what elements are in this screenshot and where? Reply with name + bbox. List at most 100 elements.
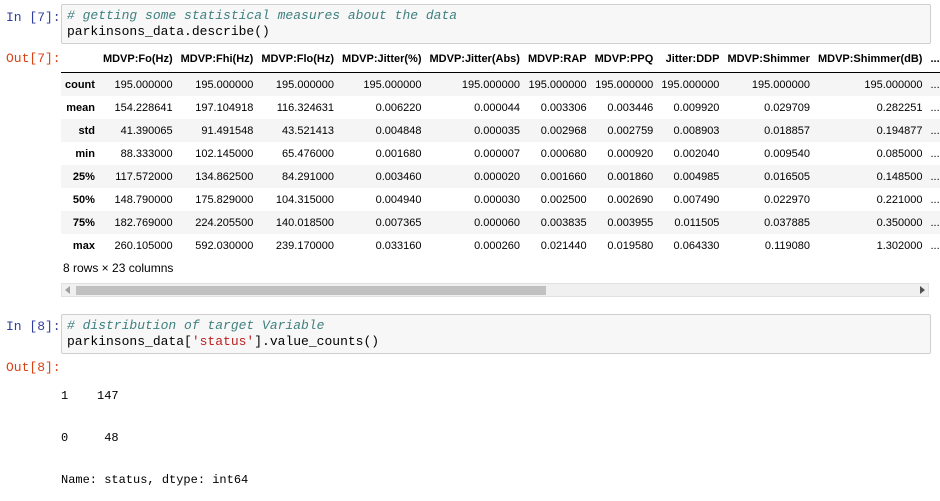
code-line: parkinsons_data.describe() — [67, 24, 270, 39]
table-row: mean 154.228641 197.104918 116.324631 0.0062… — [61, 96, 940, 119]
column-header: MDVP:Shimmer — [723, 46, 814, 73]
table-cell: 0.004940 — [375, 193, 422, 206]
table-cell: 0.000007 — [474, 147, 520, 160]
table-cell: 134.862500 — [195, 170, 254, 183]
row-label: mean — [66, 101, 95, 114]
table-cell: 182.769000 — [114, 216, 173, 229]
table-shape-text: 8 rows × 23 columns — [63, 261, 174, 275]
table-cell: 175.829000 — [195, 193, 254, 206]
row-label: count — [65, 78, 95, 91]
table-cell: 91.491548 — [201, 124, 254, 137]
table-cell: 0.000020 — [474, 170, 520, 183]
table-cell: 195.000000 — [528, 78, 587, 91]
table-row: 75% 182.769000 224.205500 140.018500 0.00736… — [61, 211, 940, 234]
table-cell: 0.000030 — [474, 193, 520, 206]
describe-output: MDVP:Fo(Hz) MDVP:Fhi(Hz) MDVP:Flo(Hz) MDVP:… — [61, 46, 940, 306]
table-cell: 0.003306 — [540, 101, 587, 114]
table-cell: 0.003955 — [607, 216, 654, 229]
table-cell: 0.009540 — [764, 147, 810, 160]
code-comment: # distribution of target Variable — [67, 318, 325, 333]
column-header: MDVP:Fhi(Hz) — [176, 46, 258, 73]
table-cell: 195.000000 — [661, 78, 720, 91]
scroll-right-icon[interactable] — [920, 286, 925, 294]
table-cell: 1.302000 — [876, 239, 923, 252]
column-header: MDVP:Shimmer(dB) — [813, 46, 927, 73]
column-header: ... — [926, 46, 940, 73]
row-label: 50% — [72, 193, 95, 206]
table-cell: 0.194877 — [876, 124, 923, 137]
value-counts-output: 1 147 0 48 Name: status, dtype: int64 — [61, 361, 248, 501]
table-row: std 41.390065 91.491548 43.521413 0.004848 0.… — [61, 119, 940, 142]
describe-table: MDVP:Fo(Hz) MDVP:Fhi(Hz) MDVP:Flo(Hz) MDVP:… — [61, 46, 940, 257]
table-cell: 0.006220 — [375, 101, 422, 114]
table-cell: 0.221000 — [876, 193, 923, 206]
table-cell: 116.324631 — [276, 101, 335, 114]
table-cell: 0.000060 — [474, 216, 520, 229]
scrollbar-thumb[interactable] — [76, 286, 546, 295]
table-cell: 0.029709 — [764, 101, 810, 114]
table-cell: ... — [930, 216, 940, 229]
table-cell: 0.000260 — [474, 239, 520, 252]
column-header: MDVP:PPQ — [590, 46, 658, 73]
table-cell: 88.333000 — [120, 147, 173, 160]
table-cell: 195.000000 — [461, 78, 520, 91]
table-cell: 117.572000 — [115, 170, 173, 183]
table-cell: 0.002040 — [673, 147, 720, 160]
column-header: MDVP:Flo(Hz) — [257, 46, 339, 73]
table-row: count 195.000000 195.000000 195.000000 195.0… — [61, 72, 940, 96]
table-cell: ... — [930, 239, 940, 252]
table-cell: 0.001680 — [375, 147, 422, 160]
column-header: Jitter:DDP — [657, 46, 724, 73]
table-cell: ... — [930, 193, 940, 206]
table-cell: 0.064330 — [673, 239, 720, 252]
row-label: min — [75, 147, 95, 160]
output-line: 1 147 — [61, 389, 119, 403]
table-cell: 195.000000 — [751, 78, 810, 91]
table-cell: 41.390065 — [120, 124, 173, 137]
table-cell: 195.000000 — [195, 78, 254, 91]
table-cell: 0.007365 — [375, 216, 422, 229]
table-cell: 0.000920 — [607, 147, 654, 160]
input-prompt-8: In [8]: — [6, 319, 61, 334]
table-cell: 140.018500 — [275, 216, 335, 229]
table-cell: 0.021440 — [540, 239, 587, 252]
table-cell: 104.315000 — [275, 193, 335, 206]
table-cell: ... — [930, 147, 940, 160]
table-row: 25% 117.572000 134.862500 84.291000 0.003460… — [61, 165, 940, 188]
code-text: parkinsons_data[ — [67, 334, 192, 349]
table-cell: 0.037885 — [764, 216, 810, 229]
code-comment: # getting some statistical measures abou… — [67, 8, 458, 23]
table-cell: 0.000044 — [474, 101, 520, 114]
table-cell: 195.000000 — [114, 78, 173, 91]
output-prompt-8: Out[8]: — [6, 360, 61, 375]
row-label: 75% — [72, 216, 95, 229]
table-cell: 0.002968 — [540, 124, 587, 137]
table-cell: 0.011505 — [674, 216, 720, 229]
table-cell: 0.350000 — [876, 216, 923, 229]
table-cell: 0.022970 — [764, 193, 810, 206]
table-cell: 0.016505 — [764, 170, 810, 183]
code-cell-8[interactable]: # distribution of target Variable parkin… — [61, 314, 931, 354]
horizontal-scrollbar[interactable] — [61, 283, 929, 297]
table-cell: 0.001860 — [607, 170, 654, 183]
table-cell: 195.000000 — [275, 78, 335, 91]
row-label: std — [78, 124, 95, 137]
code-cell-7[interactable]: # getting some statistical measures abou… — [61, 4, 931, 44]
table-cell: 0.282251 — [876, 101, 923, 114]
code-line: parkinsons_data['status'].value_counts() — [67, 334, 925, 350]
table-cell: 0.004848 — [375, 124, 422, 137]
table-cell: 0.033160 — [375, 239, 422, 252]
table-cell: 0.085000 — [876, 147, 923, 160]
table-cell: 0.008903 — [673, 124, 720, 137]
column-header: MDVP:Fo(Hz) — [98, 46, 177, 73]
column-header: MDVP:RAP — [523, 46, 591, 73]
table-cell: 154.228641 — [114, 101, 173, 114]
table-cell: 224.205500 — [195, 216, 254, 229]
table-cell: 0.002500 — [540, 193, 587, 206]
scroll-left-icon[interactable] — [65, 286, 70, 294]
index-header — [61, 46, 99, 73]
table-cell: 260.105000 — [114, 239, 173, 252]
table-cell: 0.003835 — [540, 216, 587, 229]
table-cell: 0.009920 — [673, 101, 720, 114]
table-cell: 239.170000 — [275, 239, 335, 252]
